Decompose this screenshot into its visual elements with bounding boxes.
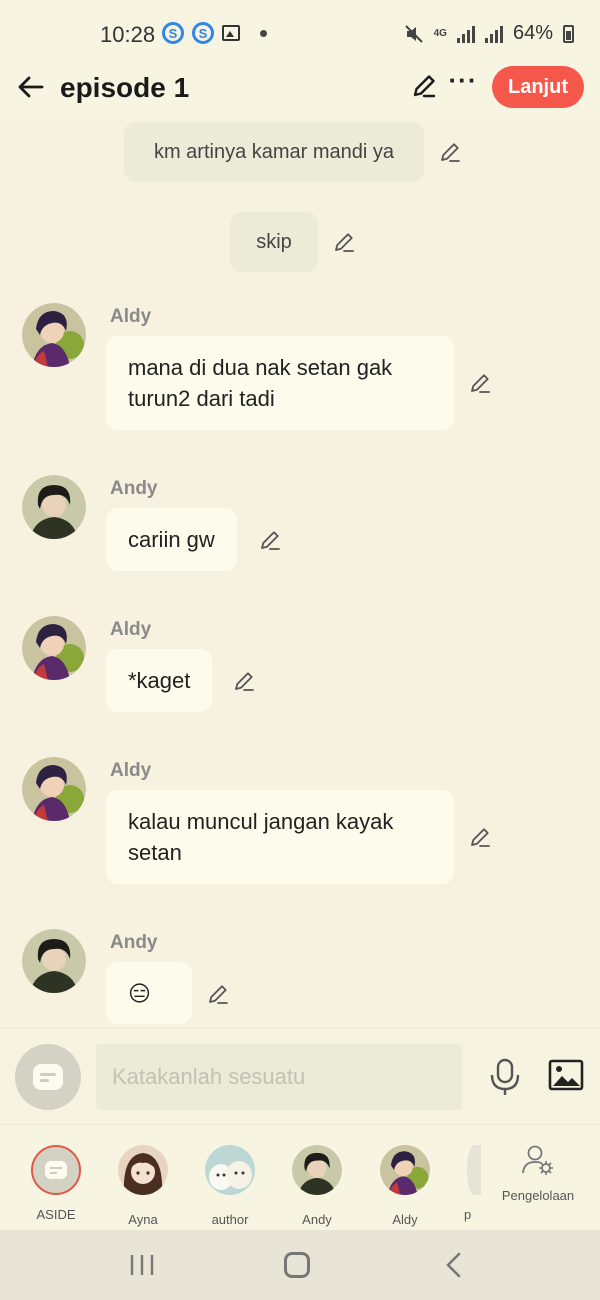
narration-bubble[interactable]: km artinya kamar mandi ya [124,122,424,182]
message-bubble[interactable]: mana di dua nak setan gak turun2 dari ta… [106,336,454,430]
message-bubble[interactable]: cariin gw [106,508,237,571]
sender-name: Andy [110,932,158,953]
character-selector: ASIDE Ayna author Andy Aldy p Pengelolaa… [0,1124,600,1230]
message-bubble[interactable]: kalau muncul jangan kayak setan [106,790,454,884]
manage-user-gear-icon [522,1145,553,1175]
avatar-andy [292,1145,342,1195]
character-name: ASIDE [36,1207,76,1222]
avatar-aldy[interactable] [22,303,86,367]
more-options-icon[interactable]: ··· [448,67,478,100]
top-app-bar: episode 1 ··· Lanjut [0,66,600,122]
sender-name: Andy [110,478,158,499]
manage-label: Pengelolaan [501,1188,575,1203]
more-notifications-dot-icon [260,29,267,37]
edit-pencil-icon[interactable] [206,982,230,1006]
status-bar: 10:28 S S 4G 64% [0,0,600,66]
signal-icon [484,25,503,43]
home-icon[interactable] [284,1252,310,1278]
sender-name: Aldy [110,619,152,640]
message-text: 😑 [128,981,151,1006]
edit-pencil-icon[interactable] [258,528,282,552]
narration-text: skip [256,230,292,253]
sender-name: Aldy [110,760,152,781]
message-text: cariin gw [128,527,215,552]
edit-pencil-icon[interactable] [332,230,356,254]
signal-icon [456,25,475,43]
narration-bubble[interactable]: skip [230,212,318,272]
app-notification-icon: S [192,22,214,44]
status-system-icons: 4G 64% [404,22,574,45]
avatar-andy[interactable] [22,475,86,539]
avatar-partial [467,1145,481,1195]
image-notification-icon [222,25,240,41]
character-partial[interactable]: p [455,1145,481,1222]
character-aldy[interactable]: Aldy [367,1145,443,1227]
character-aside[interactable]: ASIDE [18,1145,94,1222]
sender-name: Aldy [110,306,152,327]
avatar-andy[interactable] [22,929,86,993]
edit-pencil-icon[interactable] [232,669,256,693]
character-name: Aldy [392,1212,418,1227]
battery-percent: 64% [512,22,553,44]
edit-pencil-icon[interactable] [438,140,462,164]
message-text: mana di dua nak setan gak turun2 dari ta… [128,355,393,411]
message-bubble[interactable]: 😑 [106,962,192,1024]
status-time: 10:28 [100,22,156,47]
edit-pencil-icon[interactable] [468,371,492,395]
system-back-icon[interactable] [440,1250,468,1280]
message-composer [0,1028,600,1124]
system-navigation-bar [0,1230,600,1300]
character-ayna[interactable]: Ayna [105,1145,181,1227]
recent-apps-icon[interactable] [128,1252,156,1278]
next-button[interactable]: Lanjut [492,66,584,108]
status-notification-icons: S S [162,22,267,44]
message-text: kalau muncul jangan kayak setan [128,809,394,865]
network-type: 4G [433,28,447,39]
character-name: author [211,1212,249,1227]
app-notification-icon: S [162,22,184,44]
avatar-aldy[interactable] [22,616,86,680]
avatar-author [205,1145,255,1195]
chat-area[interactable]: km artinya kamar mandi ya skip Aldy mana… [0,120,600,1028]
character-name: p [464,1207,472,1222]
aside-toggle-button[interactable] [15,1044,81,1110]
battery-icon [563,24,574,43]
message-input[interactable] [96,1044,462,1110]
avatar-aldy [380,1145,430,1195]
narration-text: km artinya kamar mandi ya [153,140,395,163]
edit-pencil-icon[interactable] [410,72,438,100]
character-name: Andy [302,1212,332,1227]
back-arrow-icon[interactable] [16,72,46,102]
microphone-icon[interactable] [488,1057,522,1097]
manage-characters-button[interactable]: Pengelolaan [494,1143,582,1203]
message-text: *kaget [128,668,191,693]
aside-avatar [31,1145,81,1195]
mute-icon [404,24,423,43]
page-title: episode 1 [60,72,190,103]
aside-chat-icon [45,1161,67,1179]
avatar-ayna [118,1145,168,1195]
edit-pencil-icon[interactable] [468,825,492,849]
message-bubble[interactable]: *kaget [106,649,213,712]
character-andy[interactable]: Andy [279,1145,355,1227]
image-attach-icon[interactable] [548,1059,584,1091]
character-author[interactable]: author [192,1145,268,1227]
avatar-aldy[interactable] [22,757,86,821]
character-name: Ayna [128,1212,158,1227]
aside-chat-icon [33,1064,63,1090]
